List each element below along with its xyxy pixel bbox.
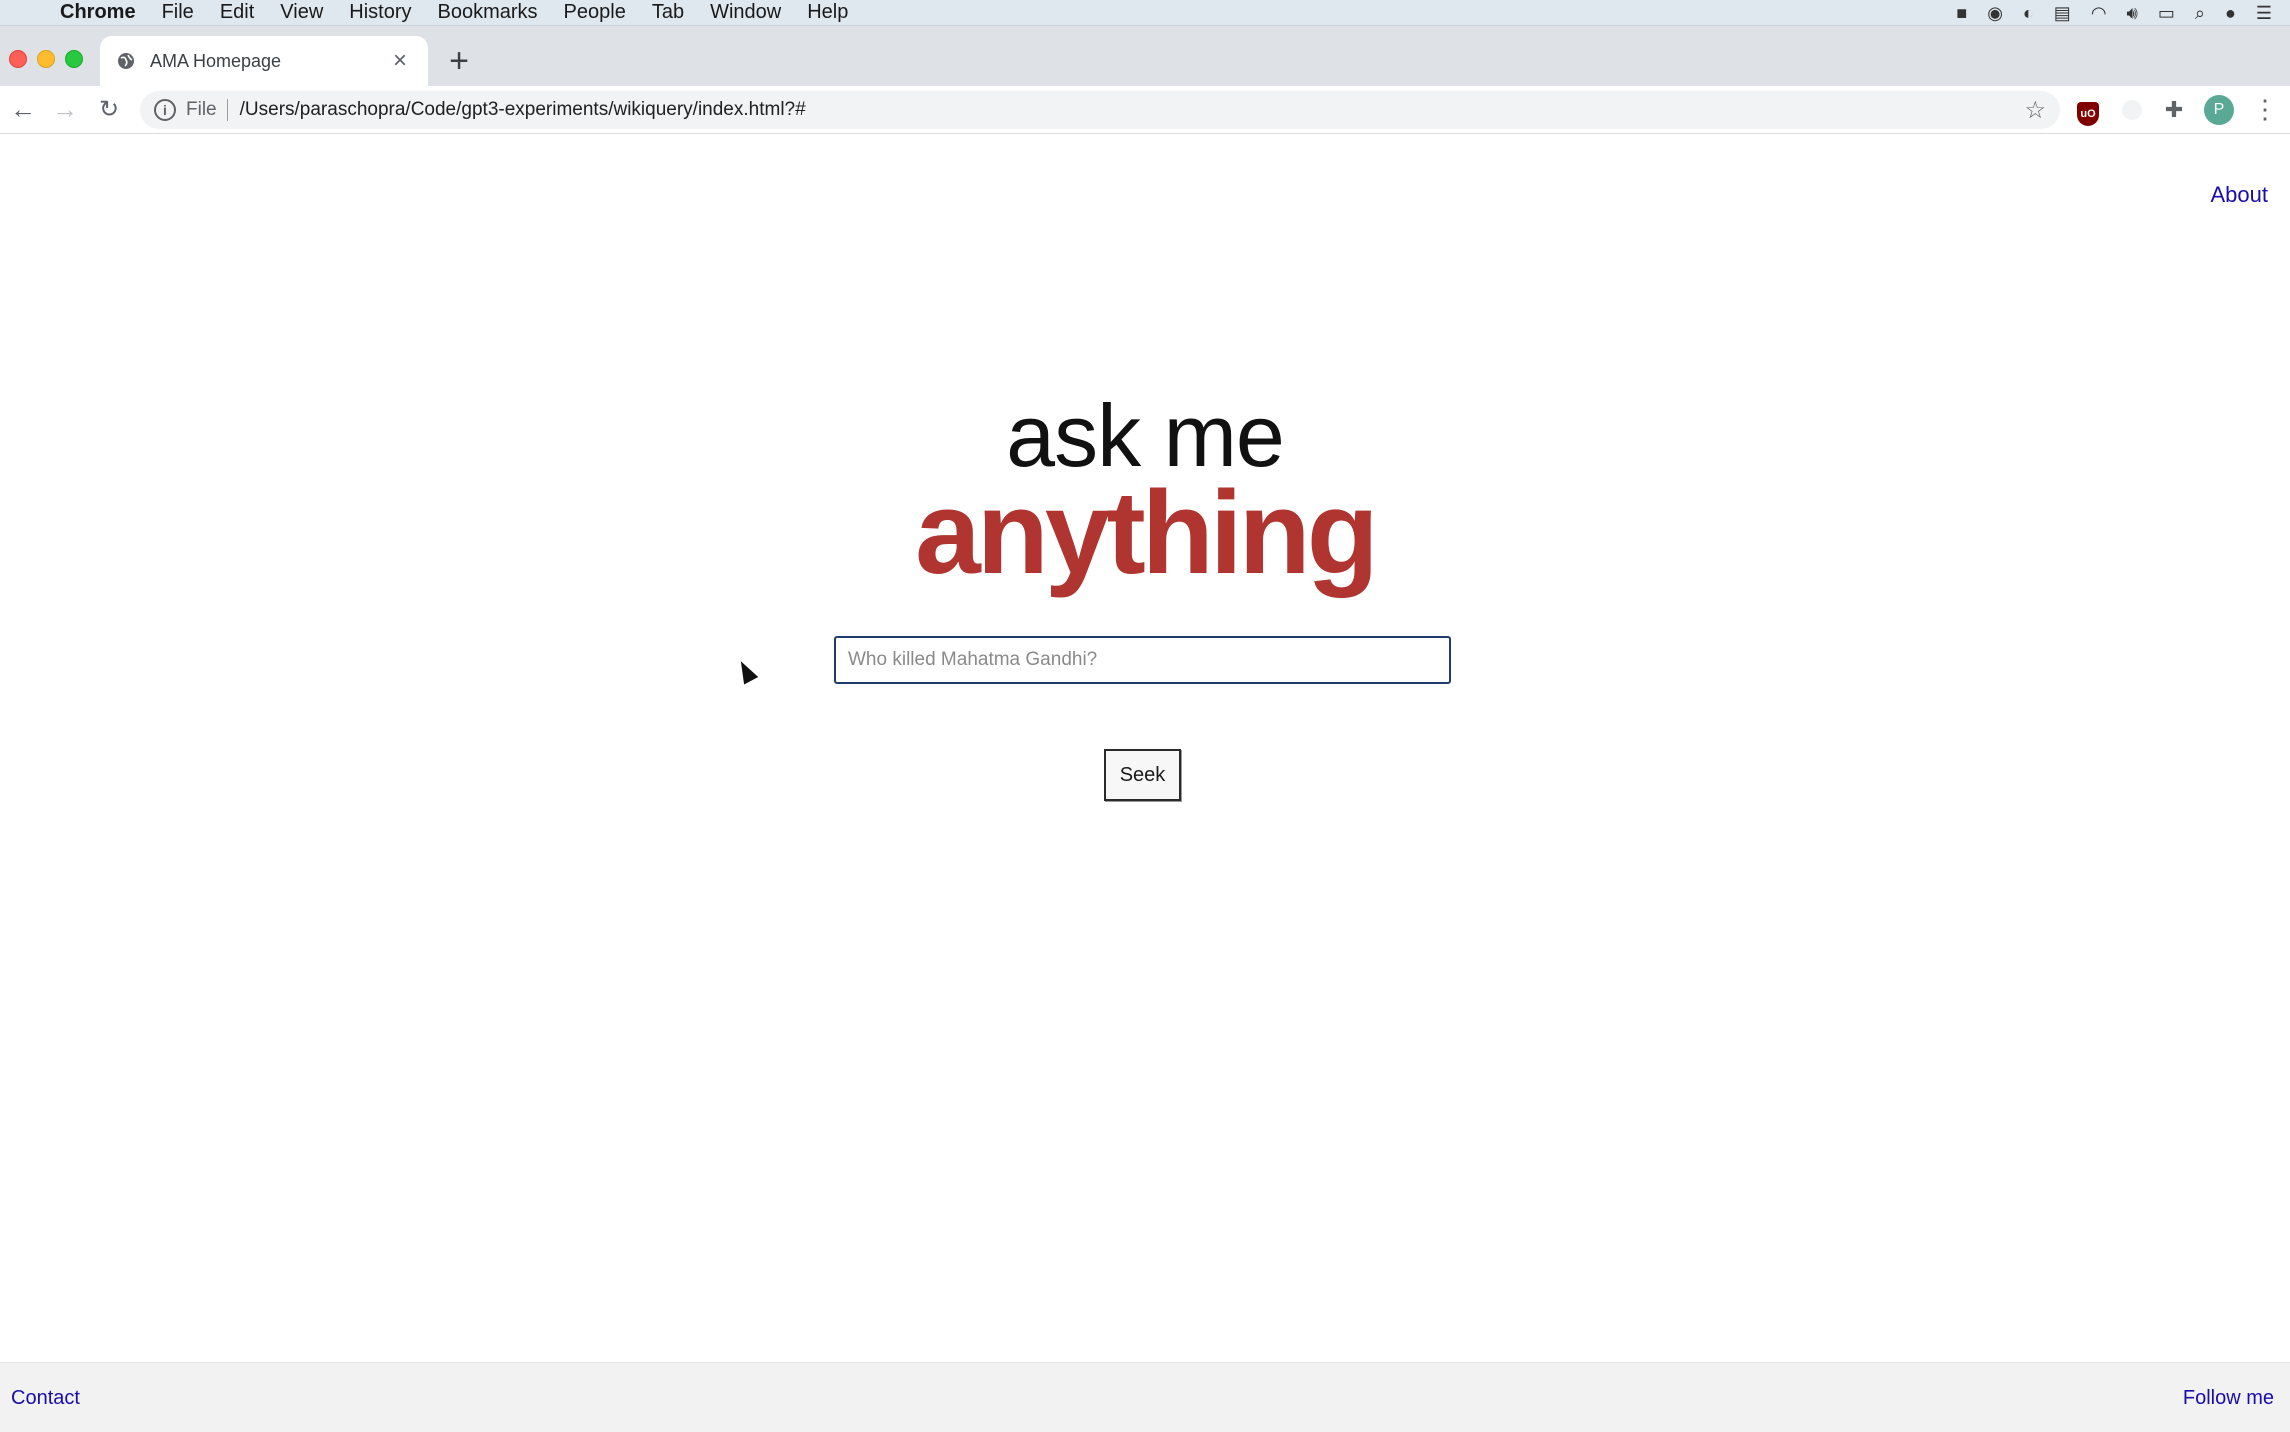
notification-center-icon[interactable]: ☰ <box>2256 3 2272 24</box>
menu-chrome[interactable]: Chrome <box>60 1 136 24</box>
contrast-icon[interactable]: ◐ <box>2023 3 2034 24</box>
menu-bookmarks[interactable]: Bookmarks <box>438 1 538 24</box>
menu-view[interactable]: View <box>280 1 323 24</box>
mouse-cursor-icon <box>733 657 759 685</box>
chrome-menu-icon[interactable]: ⋮ <box>2250 94 2280 125</box>
question-input[interactable] <box>834 636 1451 684</box>
menu-edit[interactable]: Edit <box>220 1 254 24</box>
seek-button[interactable]: Seek <box>1104 749 1181 801</box>
address-url[interactable]: /Users/paraschopra/Code/gpt3-experiments… <box>240 99 806 121</box>
menu-people[interactable]: People <box>564 1 626 24</box>
onepassword-icon[interactable]: ◉ <box>1987 3 2003 24</box>
menu-tab[interactable]: Tab <box>652 1 684 24</box>
battery-icon[interactable]: ▭ <box>2158 3 2175 24</box>
address-separator <box>226 99 228 121</box>
logo-line-anything: anything <box>915 467 1379 599</box>
tab-ama-homepage[interactable]: AMA Homepage × <box>100 36 428 86</box>
reload-button[interactable]: ↻ <box>94 95 124 124</box>
tab-title: AMA Homepage <box>150 50 282 71</box>
menu-file[interactable]: File <box>162 1 194 24</box>
tab-strip: AMA Homepage × + <box>0 26 2290 86</box>
menu-history[interactable]: History <box>349 1 411 24</box>
footer: Contact Follow me <box>0 1362 2290 1432</box>
page-content: About ask me anything Seek <box>0 134 2290 1432</box>
back-button[interactable]: ← <box>8 94 38 125</box>
minimize-window-button[interactable] <box>37 50 55 68</box>
wifi-icon[interactable]: ◠ <box>2091 3 2107 24</box>
profile-avatar[interactable]: P <box>2204 95 2234 125</box>
camera-icon[interactable]: ■ <box>1956 3 1967 24</box>
spotlight-search-icon[interactable]: ⌕ <box>2195 3 2205 24</box>
browser-toolbar: ← → ↻ i File /Users/paraschopra/Code/gpt… <box>0 86 2290 134</box>
close-window-button[interactable] <box>9 50 27 68</box>
volume-icon[interactable]: 🔊︎ <box>2127 3 2138 24</box>
new-tab-button[interactable]: + <box>444 44 474 78</box>
close-tab-icon[interactable]: × <box>388 47 412 75</box>
extensions-puzzle-icon[interactable]: ✚ <box>2160 96 2188 124</box>
contact-link[interactable]: Contact <box>11 1387 80 1410</box>
about-link[interactable]: About <box>2211 182 2269 208</box>
status-icons: ■ ◉ ◐ ▤ ◠ 🔊︎ ▭ ⌕ ● ☰ <box>1956 0 2272 26</box>
extension-icon[interactable] <box>2118 96 2146 124</box>
system-menu-bar: Chrome File Edit View History Bookmarks … <box>0 0 2290 26</box>
logo-line-ask-me: ask me <box>1006 386 1285 485</box>
bookmark-star-icon[interactable]: ☆ <box>2024 96 2046 125</box>
siri-icon[interactable]: ● <box>2225 3 2236 24</box>
globe-icon <box>118 53 134 69</box>
forward-button[interactable]: → <box>50 94 80 125</box>
follow-me-link[interactable]: Follow me <box>2183 1387 2274 1410</box>
menu-help[interactable]: Help <box>807 1 848 24</box>
address-bar[interactable]: i File /Users/paraschopra/Code/gpt3-expe… <box>140 91 2060 129</box>
zoom-window-button[interactable] <box>65 50 83 68</box>
address-scheme: File <box>186 99 217 120</box>
display-icon[interactable]: ▤ <box>2054 3 2071 24</box>
ublock-extension-icon[interactable]: uO <box>2074 96 2102 126</box>
site-info-icon[interactable]: i <box>154 99 176 121</box>
menu-window[interactable]: Window <box>710 1 781 24</box>
logo: ask me anything <box>0 386 2290 599</box>
